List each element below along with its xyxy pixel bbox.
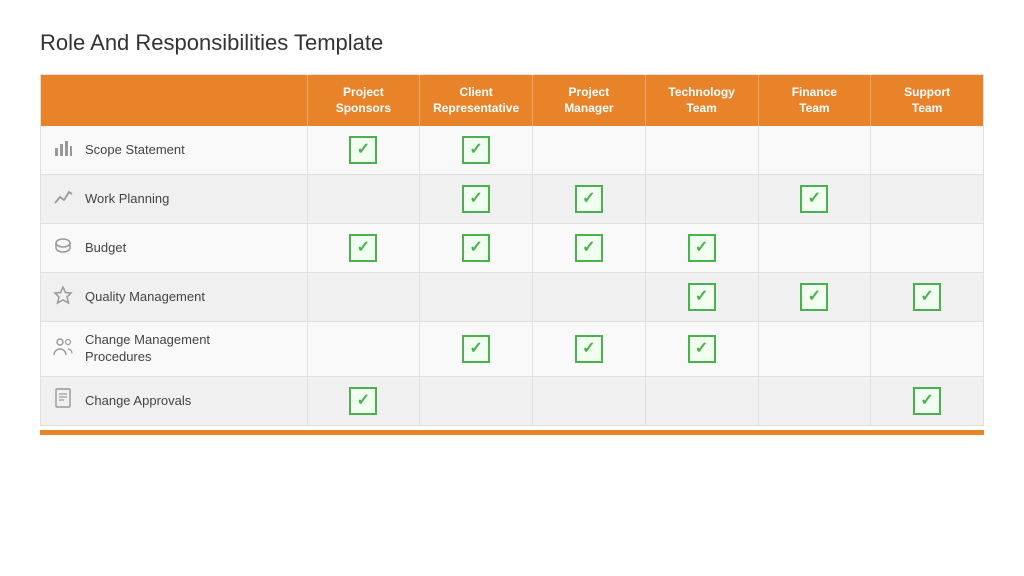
cell-2-0 [307,224,420,273]
row-label-2: Budget [85,240,126,257]
row-title-1: Work Planning [41,175,308,224]
cell-4-5 [871,322,984,377]
page-title: Role And Responsibilities Template [40,30,984,56]
cell-0-0 [307,126,420,175]
col-header-3: TechnologyTeam [645,75,758,127]
checkmark-icon [800,185,828,213]
cell-1-0 [307,175,420,224]
cell-1-1 [420,175,533,224]
checkmark-icon [349,387,377,415]
cell-3-0 [307,273,420,322]
col-header-1: ClientRepresentative [420,75,533,127]
cell-5-1 [420,376,533,425]
col-header-title [41,75,308,127]
cell-5-3 [645,376,758,425]
cell-1-5 [871,175,984,224]
row-title-5: Change Approvals [41,376,308,425]
cell-3-1 [420,273,533,322]
row-title-4: Change ManagementProcedures [41,322,308,377]
people-icon [51,337,75,362]
cell-1-2 [533,175,646,224]
cell-2-1 [420,224,533,273]
checkmark-icon [913,387,941,415]
row-label-1: Work Planning [85,191,169,208]
cell-1-3 [645,175,758,224]
checkmark-icon [913,283,941,311]
checkmark-icon [800,283,828,311]
checkmark-icon [462,185,490,213]
cell-0-5 [871,126,984,175]
cell-3-2 [533,273,646,322]
roles-table: ProjectSponsors ClientRepresentative Pro… [40,74,984,426]
table-row: Change ManagementProcedures [41,322,984,377]
checkmark-icon [575,234,603,262]
checkmark-icon [688,283,716,311]
row-title-3: Quality Management [41,273,308,322]
table-row: Scope Statement [41,126,984,175]
table-row: Budget [41,224,984,273]
checkmark-icon [349,136,377,164]
cell-5-2 [533,376,646,425]
star-icon [51,285,75,310]
cell-3-5 [871,273,984,322]
cell-4-3 [645,322,758,377]
checkmark-icon [688,335,716,363]
row-label-3: Quality Management [85,289,205,306]
checkmark-icon [688,234,716,262]
row-label-4: Change ManagementProcedures [85,332,210,366]
checkmark-icon [462,234,490,262]
cell-4-1 [420,322,533,377]
line-chart-icon [51,187,75,212]
row-title-0: Scope Statement [41,126,308,175]
cell-0-1 [420,126,533,175]
cell-0-4 [758,126,871,175]
cell-2-3 [645,224,758,273]
cell-4-2 [533,322,646,377]
bottom-bar [40,430,984,435]
col-header-2: ProjectManager [533,75,646,127]
cell-5-5 [871,376,984,425]
cell-2-4 [758,224,871,273]
col-header-0: ProjectSponsors [307,75,420,127]
row-label-5: Change Approvals [85,393,191,410]
cell-0-3 [645,126,758,175]
cell-3-4 [758,273,871,322]
checkmark-icon [349,234,377,262]
checkmark-icon [575,335,603,363]
col-header-5: SupportTeam [871,75,984,127]
cell-4-0 [307,322,420,377]
bar-chart-icon [51,138,75,163]
checkmark-icon [575,185,603,213]
cell-2-2 [533,224,646,273]
cell-5-0 [307,376,420,425]
row-label-0: Scope Statement [85,142,185,159]
cell-2-5 [871,224,984,273]
row-title-2: Budget [41,224,308,273]
cell-0-2 [533,126,646,175]
cell-1-4 [758,175,871,224]
col-header-4: FinanceTeam [758,75,871,127]
coins-icon [51,236,75,261]
cell-5-4 [758,376,871,425]
table-row: Quality Management [41,273,984,322]
checkmark-icon [462,136,490,164]
table-row: Change Approvals [41,376,984,425]
checkmark-icon [462,335,490,363]
table-row: Work Planning [41,175,984,224]
document-icon [51,388,75,413]
cell-3-3 [645,273,758,322]
cell-4-4 [758,322,871,377]
